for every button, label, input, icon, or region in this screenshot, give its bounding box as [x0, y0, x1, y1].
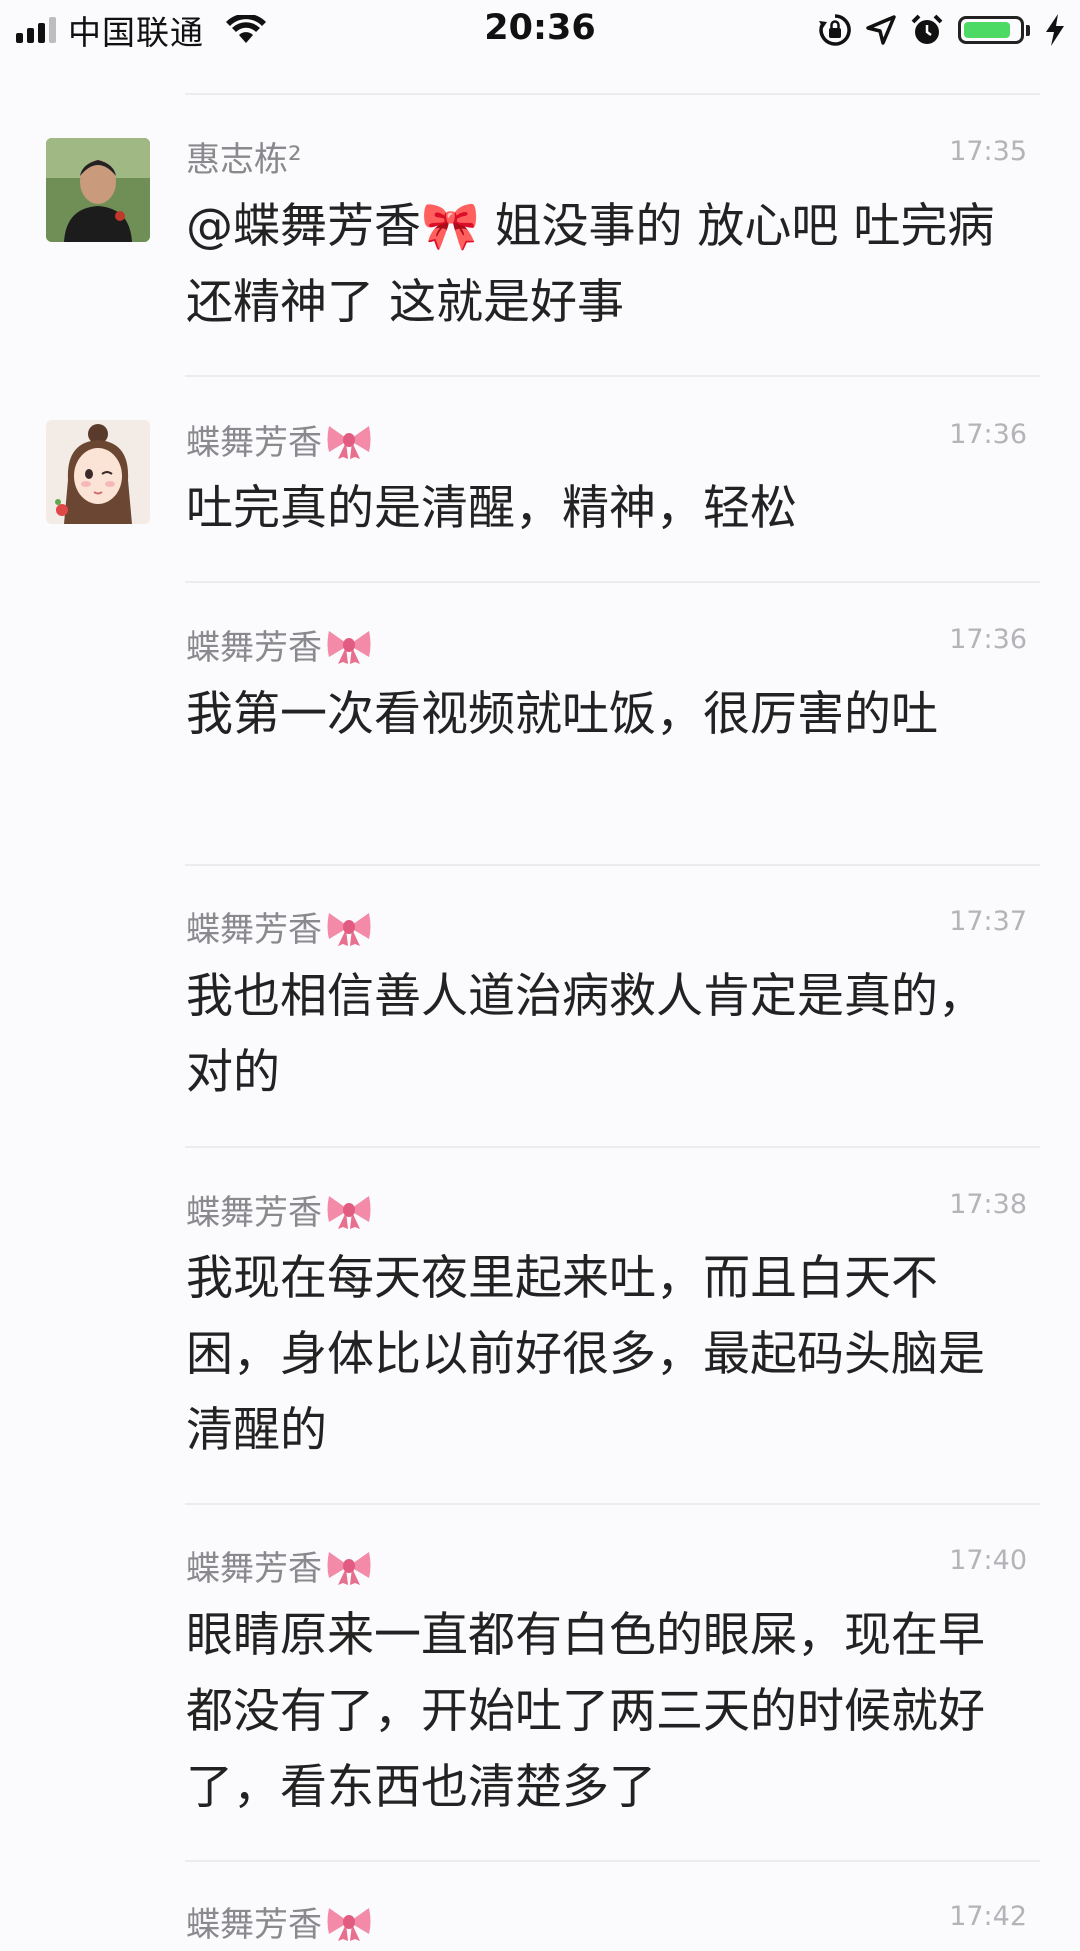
divider	[185, 375, 1040, 377]
sender-name: 蝶舞芳香	[186, 415, 372, 469]
sender-name: 蝶舞芳香	[186, 902, 372, 956]
avatar[interactable]	[46, 138, 150, 242]
message-text-body: 我第一次看视频就吐饭，很厉害的吐	[186, 687, 938, 742]
sender-name-text: 蝶舞芳香	[186, 1905, 322, 1945]
message-text: 眼睛原来一直都有白色的眼屎，现在早都没有了，开始吐了两三天的时候就好了，看东西也…	[186, 1598, 1006, 1826]
sender-name-text: 蝶舞芳香	[186, 910, 322, 950]
divider	[185, 864, 1040, 866]
message-time: 17:35	[949, 136, 1027, 167]
message-text-body: 眼睛原来一直都有白色的眼屎，现在早都没有了，开始吐了两三天的时候就好了，看东西也…	[186, 1608, 985, 1815]
message-time: 17:36	[949, 624, 1027, 655]
sender-name: 蝶舞芳香	[186, 1541, 372, 1595]
message-text-body: 吐完真的是清醒，精神，轻松	[186, 481, 797, 536]
message-text: @蝶舞芳香🎀 姐没事的 放心吧 吐完病还精神了 这就是好事	[186, 189, 1006, 341]
message-text-body: 我现在每天夜里起来吐，而且白天不困，身体比以前好很多，最起码头脑是清醒的	[186, 1251, 985, 1458]
divider	[185, 93, 1040, 95]
message-time: 17:37	[949, 906, 1027, 937]
man-avatar-image	[46, 138, 150, 242]
divider	[185, 1146, 1040, 1148]
message-time: 17:38	[949, 1189, 1027, 1220]
message-text: 我第一次看视频就吐饭，很厉害的吐	[186, 677, 1006, 753]
ribbon-bow-icon	[326, 1190, 372, 1239]
ribbon-bow-icon	[326, 625, 372, 674]
divider	[185, 581, 1040, 583]
sender-name-text: 蝶舞芳香	[186, 423, 322, 463]
sender-name-text: 蝶舞芳香	[186, 1193, 322, 1233]
divider	[185, 1860, 1040, 1862]
message-text-body: @蝶舞芳香🎀 姐没事的 放心吧 吐完病还精神了 这就是好事	[186, 199, 995, 330]
sender-name: 蝶舞芳香	[186, 620, 372, 674]
cartoon-girl-avatar-image	[46, 420, 150, 524]
sender-name: 蝶舞芳香	[186, 1185, 372, 1239]
sender-name: 惠志栋²	[186, 140, 302, 180]
ribbon-bow-icon	[326, 1902, 372, 1951]
ribbon-bow-icon	[326, 1546, 372, 1595]
message-time: 17:36	[949, 419, 1027, 450]
message-text-body: 我也相信善人道治病救人肯定是真的，对的	[186, 969, 985, 1100]
message-time: 17:42	[949, 1901, 1027, 1932]
message-time: 17:40	[949, 1545, 1027, 1576]
message-list[interactable]: 惠志栋² 17:35 @蝶舞芳香🎀 姐没事的 放心吧 吐完病还精神了 这就是好事	[0, 0, 1080, 1945]
divider	[185, 1503, 1040, 1505]
avatar[interactable]	[46, 420, 150, 524]
sender-name-text: 蝶舞芳香	[186, 1549, 322, 1589]
ribbon-bow-icon	[326, 907, 372, 956]
sender-name-text: 蝶舞芳香	[186, 628, 322, 668]
ribbon-bow-icon	[326, 420, 372, 469]
message-text: 吐完真的是清醒，精神，轻松	[186, 471, 1006, 547]
message-text: 我也相信善人道治病救人肯定是真的，对的	[186, 959, 1006, 1111]
message-text: 我现在每天夜里起来吐，而且白天不困，身体比以前好很多，最起码头脑是清醒的	[186, 1241, 1006, 1469]
sender-name: 蝶舞芳香	[186, 1897, 372, 1951]
